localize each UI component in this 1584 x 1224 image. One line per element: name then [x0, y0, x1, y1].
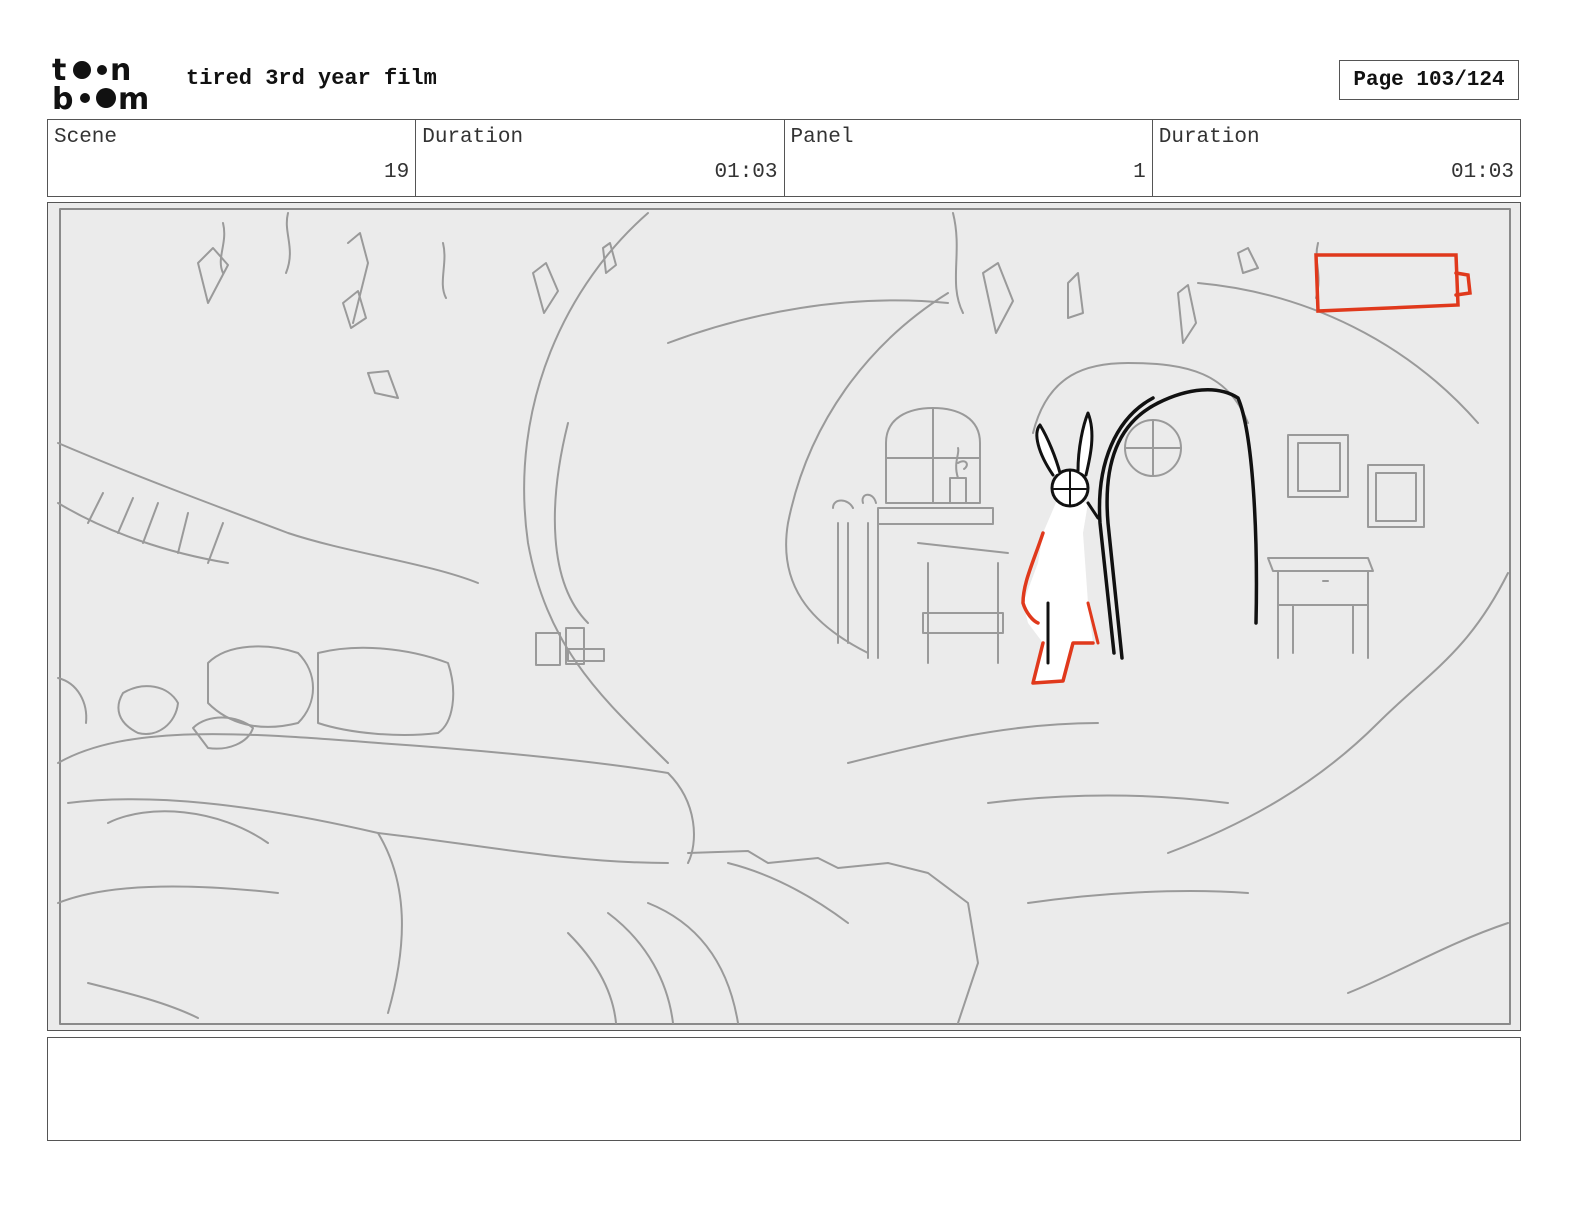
storyboard-panel [47, 202, 1521, 1031]
project-title: tired 3rd year film [186, 66, 437, 91]
page-indicator: Page 103/124 [1339, 60, 1519, 100]
panel-duration-label: Duration [1158, 126, 1260, 149]
panel-notes-box [47, 1037, 1521, 1141]
scene-duration-value: 01:03 [714, 161, 778, 184]
panel-duration-value: 01:03 [1450, 161, 1514, 184]
panel-duration-cell: Duration 01:03 [1153, 120, 1520, 196]
panel-cell: Panel 1 [785, 120, 1153, 196]
panel-sketch [57, 208, 1511, 1025]
scene-cell: Scene 19 [48, 120, 417, 196]
toonboom-logo: t n b m [52, 53, 149, 112]
scene-info-table: Scene 19 Duration 01:03 Panel 1 Duration… [47, 119, 1521, 197]
panel-label: Panel [790, 126, 854, 149]
scene-label: Scene [54, 126, 118, 149]
scene-duration-cell: Duration 01:03 [416, 120, 785, 196]
scene-value: 19 [384, 161, 410, 184]
panel-value: 1 [1133, 161, 1146, 184]
svg-text:m: m [118, 82, 149, 112]
svg-text:b: b [52, 82, 73, 112]
scene-duration-label: Duration [422, 126, 524, 149]
